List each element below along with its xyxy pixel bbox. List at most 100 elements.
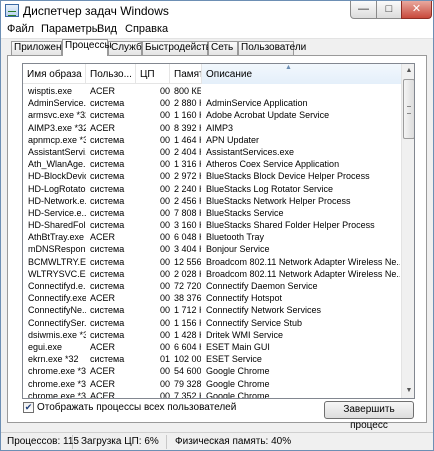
- process-image-name: HD-Network.e...: [28, 195, 86, 206]
- tab-performance[interactable]: Быстродействие: [142, 41, 222, 55]
- process-cpu: 00: [159, 244, 170, 255]
- process-row[interactable]: mDNSRespon... система 00 3 404 КБ Bonjour Se…: [23, 243, 401, 255]
- process-memory: 54 600 КБ: [174, 366, 201, 377]
- end-process-button[interactable]: Завершить процесс: [324, 401, 414, 431]
- process-row[interactable]: egui.exe ACER 00 6 604 КБ ESET Main GUI: [23, 341, 401, 353]
- process-cpu: 00: [159, 293, 170, 304]
- process-description: Google Chrome: [206, 378, 270, 389]
- tab-network[interactable]: Сеть: [208, 41, 238, 55]
- vertical-scrollbar[interactable]: ▲ ▼: [401, 64, 414, 398]
- process-description: ESET Main GUI: [206, 341, 270, 352]
- process-row[interactable]: ConnectifySer... система 00 1 156 КБ Connect…: [23, 317, 401, 329]
- process-row[interactable]: Connectifyd.e... система 00 72 720 КБ Connec…: [23, 280, 401, 292]
- process-user: система: [90, 268, 125, 279]
- scroll-thumb[interactable]: [403, 79, 414, 139]
- process-memory: 7 808 КБ: [174, 207, 201, 218]
- process-row[interactable]: chrome.exe *32 ACER 00 79 328 КБ Google Chro…: [23, 378, 401, 390]
- status-memory-usage: Физическая память: 40%: [175, 436, 292, 447]
- process-user: система: [90, 305, 125, 316]
- process-description: Google Chrome: [206, 390, 270, 399]
- process-row[interactable]: chrome.exe *32 ACER 00 54 600 КБ Google Chro…: [23, 365, 401, 377]
- column-image-name[interactable]: Имя образа: [23, 64, 86, 84]
- show-all-users-checkbox[interactable]: ✔: [23, 402, 34, 413]
- process-row[interactable]: chrome.exe *32 ACER 00 7 352 КБ Google Chrom…: [23, 390, 401, 399]
- process-row[interactable]: BCMWLTRY.EXE система 00 12 556 КБ Broadcom 8…: [23, 256, 401, 268]
- process-user: система: [90, 183, 125, 194]
- process-row[interactable]: HD-BlockDevic... система 00 2 972 КБ BlueSta…: [23, 170, 401, 182]
- process-row[interactable]: AthBtTray.exe ACER 00 6 048 КБ Bluetooth Tra…: [23, 231, 401, 243]
- process-user: ACER: [90, 86, 116, 96]
- process-description: Atheros Coex Service Application: [206, 159, 340, 170]
- process-user: система: [90, 244, 125, 255]
- process-rows: wisptis.exe ACER 00 800 КБ AdminService.... с…: [23, 85, 401, 399]
- process-image-name: HD-LogRotato...: [28, 183, 86, 194]
- process-row[interactable]: WLTRYSVC.EXE система 00 2 028 КБ Broadcom 80…: [23, 268, 401, 280]
- menu-bar: Файл Параметры Вид Справка: [1, 21, 433, 39]
- process-row[interactable]: AdminService.... система 00 2 880 КБ AdminSe…: [23, 97, 401, 109]
- status-process-count: Процессов: 115: [3, 435, 79, 449]
- tab-services[interactable]: Службы: [108, 41, 149, 55]
- show-all-users-label: Отображать процессы всех пользователей: [37, 402, 237, 413]
- process-row[interactable]: dsiwmis.exe *32 система 00 1 428 КБ Dritek W…: [23, 329, 401, 341]
- process-image-name: Ath_WlanAge...: [28, 159, 86, 170]
- menu-help[interactable]: Справка: [125, 23, 168, 35]
- process-memory: 2 028 КБ: [174, 268, 201, 279]
- column-description[interactable]: Описание: [202, 64, 401, 84]
- process-description: BlueStacks Service: [206, 207, 284, 218]
- tab-users[interactable]: Пользователи: [238, 41, 306, 55]
- scroll-up-icon[interactable]: ▲: [402, 64, 414, 78]
- process-memory: 7 352 КБ: [174, 390, 201, 399]
- column-memory[interactable]: Память (...: [170, 64, 202, 84]
- process-image-name: egui.exe: [28, 341, 63, 352]
- minimize-button[interactable]: —: [350, 1, 377, 19]
- process-image-name: mDNSRespon...: [28, 244, 86, 255]
- process-row[interactable]: Connectify.exe ACER 00 38 376 КБ Connectify …: [23, 292, 401, 304]
- column-cpu[interactable]: ЦП: [136, 64, 170, 84]
- process-image-name: chrome.exe *32: [28, 366, 86, 377]
- process-memory: 800 КБ: [174, 86, 201, 96]
- process-user: ACER: [90, 232, 116, 243]
- process-memory: 3 160 КБ: [174, 220, 201, 231]
- process-description: BlueStacks Network Helper Process: [206, 195, 351, 206]
- process-image-name: chrome.exe *32: [28, 390, 86, 399]
- process-row[interactable]: HD-Network.e... система 00 2 456 КБ BlueStac…: [23, 195, 401, 207]
- process-user: система: [90, 171, 125, 182]
- process-row[interactable]: HD-LogRotato... система 00 2 240 КБ BlueStac…: [23, 183, 401, 195]
- window-title: Диспетчер задач Windows: [23, 4, 169, 18]
- column-user[interactable]: Пользо...: [86, 64, 136, 84]
- process-image-name: BCMWLTRY.EXE: [28, 256, 86, 267]
- process-row[interactable]: HD-SharedFol... система 00 3 160 КБ BlueStac…: [23, 219, 401, 231]
- process-memory: 79 328 КБ: [174, 378, 201, 389]
- maximize-button[interactable]: □: [376, 1, 402, 19]
- process-list[interactable]: Имя образа Пользо... ЦП Память (... Опис…: [22, 63, 415, 399]
- task-manager-icon: [5, 4, 19, 17]
- status-bar: Процессов: 115 Загрузка ЦП: 6% Физическа…: [1, 432, 433, 450]
- close-button[interactable]: ✕: [401, 1, 432, 19]
- process-row[interactable]: ekrn.exe *32 система 01 102 000 КБ ESET Serv…: [23, 353, 401, 365]
- process-user: ACER: [90, 293, 116, 304]
- process-description: Connectify Daemon Service: [206, 281, 318, 291]
- process-cpu: 00: [159, 134, 170, 145]
- scroll-down-icon[interactable]: ▼: [402, 384, 414, 398]
- process-memory: 12 556 КБ: [174, 256, 201, 267]
- menu-options[interactable]: Параметры: [41, 23, 100, 35]
- process-row[interactable]: HD-Service.e... система 00 7 808 КБ BlueStac…: [23, 207, 401, 219]
- process-row[interactable]: armsvc.exe *32 система 00 1 160 КБ Adobe Acr…: [23, 109, 401, 121]
- process-memory: 3 404 КБ: [174, 244, 201, 255]
- tab-processes[interactable]: Процессы: [62, 39, 112, 56]
- title-bar[interactable]: Диспетчер задач Windows — □ ✕: [1, 1, 433, 21]
- process-row[interactable]: wisptis.exe ACER 00 800 КБ: [23, 85, 401, 97]
- process-memory: 1 156 КБ: [174, 317, 201, 328]
- menu-file[interactable]: Файл: [7, 23, 34, 35]
- process-row[interactable]: AssistantServi... система 00 2 404 КБ Assist…: [23, 146, 401, 158]
- process-row[interactable]: apnmcp.exe *32 система 00 1 464 КБ APN Updat…: [23, 134, 401, 146]
- process-image-name: ConnectifySer...: [28, 317, 86, 328]
- process-row[interactable]: ConnectifyNe... система 00 1 712 КБ Connecti…: [23, 304, 401, 316]
- process-description: Broadcom 802.11 Network Adapter Wireless…: [206, 268, 400, 279]
- process-description: BlueStacks Block Device Helper Process: [206, 171, 370, 182]
- tab-applications[interactable]: Приложения: [11, 41, 73, 55]
- menu-view[interactable]: Вид: [97, 23, 117, 35]
- process-row[interactable]: AIMP3.exe *32 ACER 00 8 392 КБ AIMP3: [23, 122, 401, 134]
- process-row[interactable]: Ath_WlanAge... система 00 1 316 КБ Atheros C…: [23, 158, 401, 170]
- process-user: система: [90, 195, 125, 206]
